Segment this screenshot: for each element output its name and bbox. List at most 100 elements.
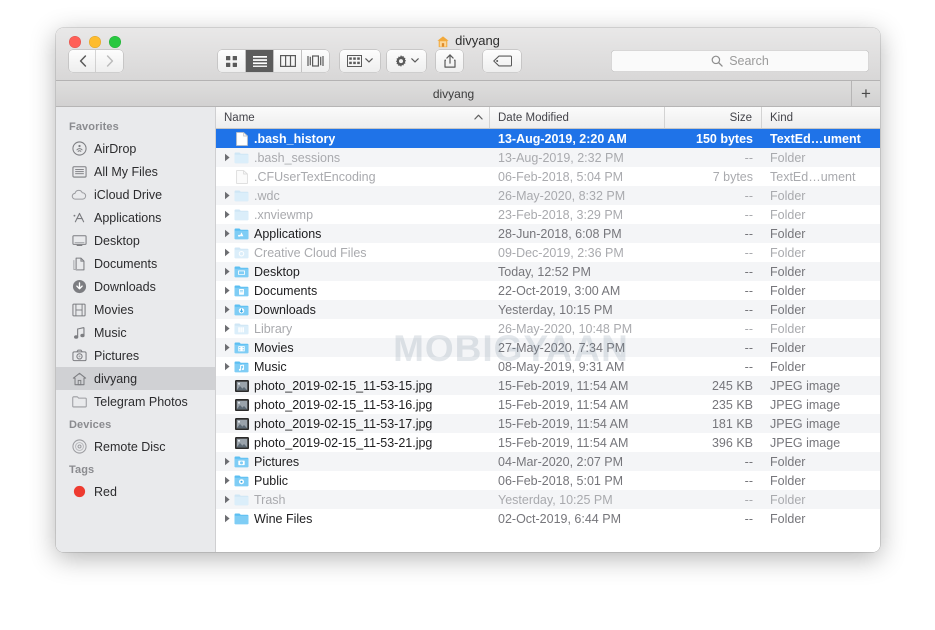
coverflow-view-button[interactable] xyxy=(302,50,329,72)
folder-icon xyxy=(234,511,249,526)
table-row[interactable]: Library26-May-2020, 10:48 PM--Folder xyxy=(216,319,880,338)
column-header-date-modified[interactable]: Date Modified xyxy=(490,107,665,128)
table-row[interactable]: Movies27-May-2020, 7:34 PM--Folder xyxy=(216,338,880,357)
maximize-button[interactable] xyxy=(109,36,121,48)
sidebar-item-airdrop[interactable]: AirDrop xyxy=(56,137,215,160)
disclosure-triangle-icon[interactable] xyxy=(220,305,234,314)
column-header-size[interactable]: Size xyxy=(665,107,762,128)
table-row[interactable]: Applications28-Jun-2018, 6:08 PM--Folder xyxy=(216,224,880,243)
table-row[interactable]: Documents22-Oct-2019, 3:00 AM--Folder xyxy=(216,281,880,300)
disclosure-triangle-icon[interactable] xyxy=(220,248,234,257)
table-row[interactable]: .bash_sessions13-Aug-2019, 2:32 PM--Fold… xyxy=(216,148,880,167)
disclosure-triangle-icon[interactable] xyxy=(220,457,234,466)
file-name: photo_2019-02-15_11-53-15.jpg xyxy=(254,379,432,393)
table-row[interactable]: DownloadsYesterday, 10:15 PM--Folder xyxy=(216,300,880,319)
tab-label: divyang xyxy=(433,87,474,101)
sidebar-item-documents[interactable]: Documents xyxy=(56,252,215,275)
forward-button[interactable] xyxy=(96,50,123,72)
search-field[interactable]: Search xyxy=(611,50,869,72)
table-row[interactable]: Public06-Feb-2018, 5:01 PM--Folder xyxy=(216,471,880,490)
column-header-name[interactable]: Name xyxy=(216,107,490,128)
file-kind-cell: Folder xyxy=(762,246,880,260)
file-date-cell: 06-Feb-2018, 5:04 PM xyxy=(490,170,665,184)
file-date-cell: 13-Aug-2019, 2:32 PM xyxy=(490,151,665,165)
creative-cloud-folder-icon xyxy=(234,245,249,260)
file-kind-cell: Folder xyxy=(762,227,880,241)
sidebar-item-icloud-drive[interactable]: iCloud Drive xyxy=(56,183,215,206)
table-row[interactable]: .CFUserTextEncoding06-Feb-2018, 5:04 PM7… xyxy=(216,167,880,186)
table-row[interactable]: .xnviewmp23-Feb-2018, 3:29 PM--Folder xyxy=(216,205,880,224)
table-row[interactable]: photo_2019-02-15_11-53-21.jpg15-Feb-2019… xyxy=(216,433,880,452)
sidebar-item-applications[interactable]: Applications xyxy=(56,206,215,229)
sidebar-section-header: Favorites xyxy=(56,115,215,137)
column-view-button[interactable] xyxy=(274,50,302,72)
table-row[interactable]: Music08-May-2019, 9:31 AM--Folder xyxy=(216,357,880,376)
table-row[interactable]: TrashYesterday, 10:25 PM--Folder xyxy=(216,490,880,509)
share-button[interactable] xyxy=(436,50,463,72)
sidebar-item-telegram-photos[interactable]: Telegram Photos xyxy=(56,390,215,413)
sidebar-item-desktop[interactable]: Desktop xyxy=(56,229,215,252)
file-kind-cell: JPEG image xyxy=(762,379,880,393)
jpeg-icon xyxy=(234,416,249,431)
arrange-menu-button[interactable] xyxy=(340,50,380,72)
table-row[interactable]: Wine Files02-Oct-2019, 6:44 PM--Folder xyxy=(216,509,880,528)
table-row[interactable]: Creative Cloud Files09-Dec-2019, 2:36 PM… xyxy=(216,243,880,262)
sidebar-item-red[interactable]: Red xyxy=(56,480,215,503)
disclosure-triangle-icon[interactable] xyxy=(220,210,234,219)
disclosure-triangle-icon[interactable] xyxy=(220,286,234,295)
disclosure-triangle-icon[interactable] xyxy=(220,343,234,352)
file-name: photo_2019-02-15_11-53-16.jpg xyxy=(254,398,432,412)
disclosure-triangle-icon[interactable] xyxy=(220,495,234,504)
disclosure-triangle-icon[interactable] xyxy=(220,267,234,276)
sidebar-item-remote-disc[interactable]: Remote Disc xyxy=(56,435,215,458)
disclosure-triangle-icon[interactable] xyxy=(220,229,234,238)
window-body: FavoritesAirDropAll My FilesiCloud Drive… xyxy=(56,107,880,552)
disclosure-triangle-icon[interactable] xyxy=(220,153,234,162)
close-button[interactable] xyxy=(69,36,81,48)
disclosure-triangle-icon[interactable] xyxy=(220,324,234,333)
icon-view-button[interactable] xyxy=(218,50,246,72)
file-name: Desktop xyxy=(254,265,300,279)
table-row[interactable]: Pictures04-Mar-2020, 2:07 PM--Folder xyxy=(216,452,880,471)
file-name-cell: photo_2019-02-15_11-53-15.jpg xyxy=(216,378,490,393)
new-tab-button[interactable]: + xyxy=(852,81,880,106)
table-row[interactable]: photo_2019-02-15_11-53-17.jpg15-Feb-2019… xyxy=(216,414,880,433)
file-kind-cell: Folder xyxy=(762,284,880,298)
column-header-date-label: Date Modified xyxy=(498,112,569,124)
column-header-kind-label: Kind xyxy=(770,112,793,124)
disclosure-triangle-icon[interactable] xyxy=(220,191,234,200)
column-header-kind[interactable]: Kind xyxy=(762,107,880,128)
sidebar-item-music[interactable]: Music xyxy=(56,321,215,344)
sidebar-item-divyang[interactable]: divyang xyxy=(56,367,215,390)
disclosure-triangle-icon[interactable] xyxy=(220,514,234,523)
sidebar-item-movies[interactable]: Movies xyxy=(56,298,215,321)
sidebar-item-downloads[interactable]: Downloads xyxy=(56,275,215,298)
movies-folder-icon xyxy=(234,340,249,355)
disc-icon xyxy=(71,439,87,455)
back-button[interactable] xyxy=(69,50,96,72)
new-tab-label: + xyxy=(861,84,871,104)
table-row[interactable]: photo_2019-02-15_11-53-16.jpg 15-Feb-2019… xyxy=(216,395,880,414)
minimize-button[interactable] xyxy=(89,36,101,48)
action-menu-button[interactable] xyxy=(387,50,426,72)
file-kind-cell: Folder xyxy=(762,151,880,165)
file-kind-cell: Folder xyxy=(762,208,880,222)
sidebar-item-all-my-files[interactable]: All My Files xyxy=(56,160,215,183)
table-row[interactable]: .bash_history13-Aug-2019, 2:20 AM150 byt… xyxy=(216,129,880,148)
navigation-buttons xyxy=(69,50,123,72)
list-view-button[interactable] xyxy=(246,50,274,72)
table-row[interactable]: DesktopToday, 12:52 PM--Folder xyxy=(216,262,880,281)
file-name: Wine Files xyxy=(254,512,312,526)
arrange-icon xyxy=(347,55,362,67)
tag-button[interactable] xyxy=(483,50,521,72)
disclosure-triangle-icon[interactable] xyxy=(220,476,234,485)
file-date-cell: 09-Dec-2019, 2:36 PM xyxy=(490,246,665,260)
tab-divyang[interactable]: divyang xyxy=(56,81,852,106)
file-name-cell: photo_2019-02-15_11-53-17.jpg xyxy=(216,416,490,431)
file-date-cell: 15-Feb-2019, 11:54 AM xyxy=(490,398,665,412)
sidebar-item-pictures[interactable]: Pictures xyxy=(56,344,215,367)
disclosure-triangle-icon[interactable] xyxy=(220,362,234,371)
table-row[interactable]: photo_2019-02-15_11-53-15.jpg15-Feb-2019… xyxy=(216,376,880,395)
table-row[interactable]: .wdc26-May-2020, 8:32 PM--Folder xyxy=(216,186,880,205)
sort-ascending-icon xyxy=(474,113,483,122)
